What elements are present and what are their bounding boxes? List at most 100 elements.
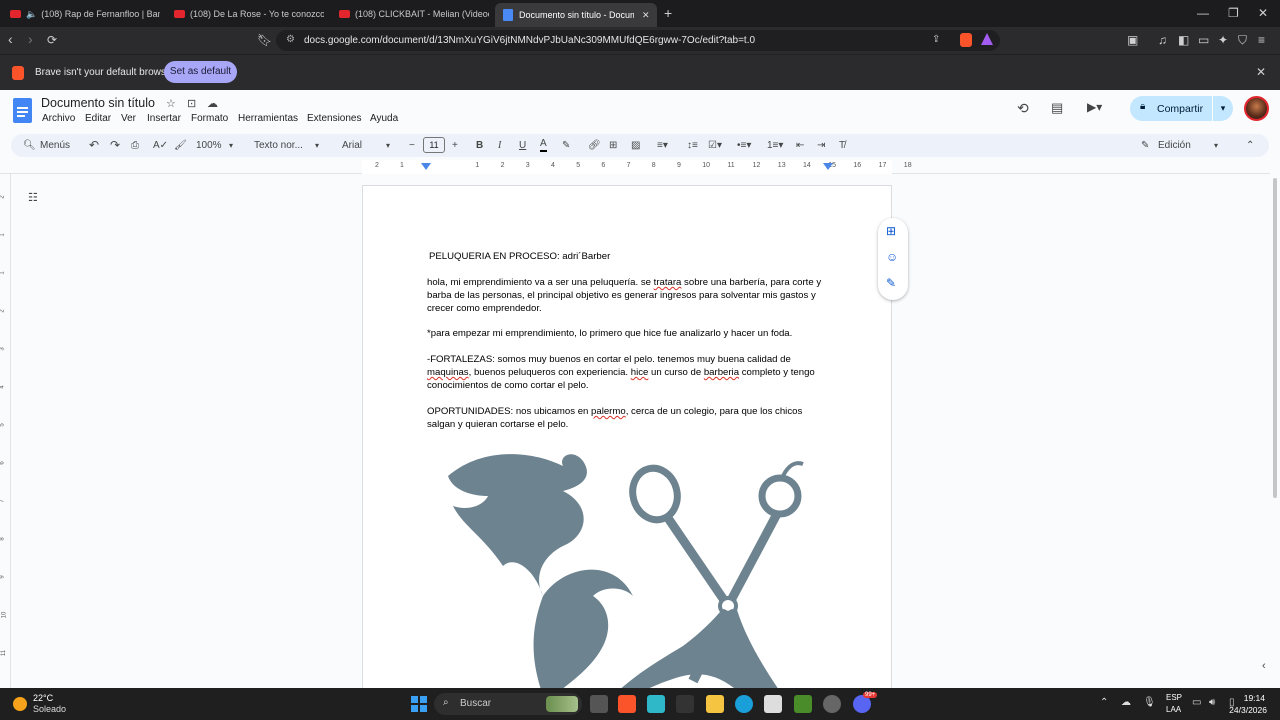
meet-icon[interactable]: ▶▾ bbox=[1087, 100, 1102, 114]
windows-start-icon[interactable] bbox=[411, 696, 427, 712]
emoji-reaction-icon[interactable]: ☺ bbox=[886, 250, 898, 264]
volume-icon[interactable]: 🔊︎ bbox=[1209, 697, 1215, 708]
insert-image-icon[interactable]: ▨ bbox=[631, 138, 640, 153]
numbered-list-icon[interactable]: 1≡▾ bbox=[767, 138, 783, 153]
highlight-icon[interactable]: ✎ bbox=[562, 138, 570, 153]
notes-icon[interactable] bbox=[647, 695, 665, 713]
decrease-font-icon[interactable]: − bbox=[409, 138, 415, 153]
clock-date[interactable]: 24/3/2026 bbox=[1222, 705, 1267, 715]
site-info-icon[interactable]: ⚙ bbox=[286, 34, 295, 45]
menu-extensiones[interactable]: Extensiones bbox=[307, 113, 361, 124]
font-select[interactable]: Arial bbox=[342, 138, 362, 153]
vertical-scrollbar[interactable] bbox=[1270, 174, 1280, 688]
avatar[interactable] bbox=[1244, 96, 1269, 121]
explore-chevron-icon[interactable]: ‹ bbox=[1262, 660, 1266, 672]
tab-rap-fernanfloo[interactable]: 🔈 (108) Rap de Fernanfloo | Bambi bbox=[10, 4, 160, 24]
increase-font-icon[interactable]: + bbox=[452, 138, 458, 153]
leo-ai-icon[interactable]: ✦ bbox=[1218, 33, 1228, 47]
menu-ayuda[interactable]: Ayuda bbox=[370, 113, 398, 124]
restore-icon[interactable]: ❐ bbox=[1228, 6, 1239, 20]
heading-line[interactable]: PELUQUERIA EN PROCESO: adri´Barber bbox=[429, 250, 829, 263]
paragraph-4[interactable]: OPORTUNIDADES: nos ubicamos en palermo, … bbox=[427, 405, 827, 431]
vpn-icon[interactable]: ⛉ bbox=[1238, 33, 1247, 47]
paragraph-2[interactable]: *para empezar mi emprendimiento, lo prim… bbox=[427, 327, 827, 340]
brave-rewards-icon[interactable] bbox=[981, 33, 993, 45]
set-default-button[interactable]: Set as default bbox=[164, 61, 237, 83]
weather-desc[interactable]: Soleado bbox=[33, 704, 66, 714]
wallet-icon[interactable]: ▭ bbox=[1198, 33, 1209, 47]
print-icon[interactable]: ⎙ bbox=[131, 138, 139, 153]
paint-format-icon[interactable]: 🖌︎ bbox=[174, 138, 187, 153]
brave-shields-icon[interactable] bbox=[960, 33, 972, 47]
weather-temp[interactable]: 22°C bbox=[33, 693, 53, 703]
forward-icon[interactable]: › bbox=[28, 32, 33, 46]
tab-de-la-rose[interactable]: (108) De La Rose - Yo te conozco :) ( bbox=[174, 4, 324, 24]
spellcheck-icon[interactable]: A✓ bbox=[153, 138, 168, 153]
menu-icon[interactable]: ≡ bbox=[1258, 33, 1265, 47]
onedrive-icon[interactable]: ☁ bbox=[1121, 697, 1131, 708]
close-infobar-icon[interactable]: ✕ bbox=[1256, 65, 1266, 79]
link-icon[interactable]: 🔗︎ bbox=[588, 138, 601, 153]
line-spacing-icon[interactable]: ↕≡ bbox=[687, 138, 698, 153]
paragraph-3[interactable]: -FORTALEZAS: somos muy buenos en cortar … bbox=[427, 353, 827, 392]
bulleted-list-icon[interactable]: •≡▾ bbox=[737, 138, 751, 153]
text-color-icon[interactable]: A bbox=[540, 138, 547, 152]
docs-logo-icon[interactable] bbox=[13, 98, 32, 123]
undo-icon[interactable]: ↶ bbox=[89, 138, 99, 153]
edge-icon[interactable] bbox=[735, 695, 753, 713]
star-icon[interactable]: ☆ bbox=[166, 97, 176, 110]
vertical-ruler[interactable]: 21123456789101112 bbox=[0, 174, 11, 694]
tray-chevron-icon[interactable]: ⌃ bbox=[1100, 697, 1108, 708]
music-icon[interactable]: ♫ bbox=[1158, 33, 1167, 47]
store-icon[interactable] bbox=[764, 695, 782, 713]
steam-icon[interactable] bbox=[823, 695, 841, 713]
left-indent-marker[interactable] bbox=[421, 163, 431, 170]
close-tab-icon[interactable]: ✕ bbox=[642, 10, 650, 21]
checklist-icon[interactable]: ☑▾ bbox=[708, 138, 722, 153]
mode-select[interactable]: Edición bbox=[1158, 138, 1191, 153]
sidebar-toggle-icon[interactable]: ◧ bbox=[1178, 33, 1189, 47]
bold-icon[interactable]: B bbox=[476, 138, 483, 153]
reload-icon[interactable]: ⟳ bbox=[47, 33, 57, 47]
menu-ver[interactable]: Ver bbox=[121, 113, 136, 124]
minecraft-icon[interactable] bbox=[794, 695, 812, 713]
close-window-icon[interactable]: ✕ bbox=[1258, 6, 1268, 20]
right-indent-marker[interactable] bbox=[823, 163, 833, 170]
style-select[interactable]: Texto nor... bbox=[254, 138, 303, 153]
menu-insertar[interactable]: Insertar bbox=[147, 113, 181, 124]
document-canvas[interactable]: ☷ PELUQUERIA EN PROCESO: adri´Barber hol… bbox=[11, 174, 1270, 688]
misspelled-word[interactable]: maquinas bbox=[427, 367, 469, 378]
scrollbar-thumb[interactable] bbox=[1273, 178, 1277, 498]
move-folder-icon[interactable]: ⊡ bbox=[187, 97, 196, 110]
misspelled-word[interactable]: tratara bbox=[654, 277, 682, 288]
suggest-edits-icon[interactable]: ✎ bbox=[886, 276, 896, 290]
underline-icon[interactable]: U bbox=[519, 138, 526, 153]
terminal-icon[interactable] bbox=[676, 695, 694, 713]
url-field[interactable]: ⚙ docs.google.com/document/d/13NmXuYGiV6… bbox=[276, 30, 1000, 51]
italic-icon[interactable]: I bbox=[498, 138, 501, 153]
horizontal-ruler[interactable]: 2 1 1 2 3 4 5 6 7 8 9 10 11 12 13 14 15 16 17 18 bbox=[0, 160, 1270, 174]
misspelled-word[interactable]: hice bbox=[631, 367, 649, 378]
minimize-icon[interactable]: — bbox=[1197, 6, 1209, 20]
search-menus-input[interactable]: Menús bbox=[40, 138, 70, 153]
tab-clickbait[interactable]: (108) CLICKBAIT - Melian (Videoclip O bbox=[339, 4, 489, 24]
document-title[interactable]: Documento sin título bbox=[41, 96, 155, 110]
share-dropdown-icon[interactable]: ▾ bbox=[1213, 96, 1233, 121]
menu-archivo[interactable]: Archivo bbox=[42, 113, 75, 124]
network-icon[interactable]: ▭ bbox=[1192, 697, 1201, 708]
zoom-select[interactable]: 100% bbox=[196, 138, 222, 153]
collapse-toolbar-icon[interactable]: ⌃ bbox=[1246, 138, 1254, 153]
share-page-icon[interactable]: ⇪ bbox=[932, 34, 940, 45]
add-comment-icon[interactable]: ⊞ bbox=[886, 224, 896, 238]
brave-taskbar-icon[interactable] bbox=[618, 695, 636, 713]
outline-icon[interactable]: ☷ bbox=[28, 191, 38, 204]
add-comment-icon[interactable]: ⊞ bbox=[609, 138, 617, 153]
bookmark-icon[interactable]: 🔖︎ bbox=[257, 33, 272, 47]
taskbar-search[interactable]: ⌕ Buscar bbox=[434, 693, 582, 715]
language-bottom[interactable]: LAA bbox=[1166, 705, 1181, 714]
comments-icon[interactable]: ▤ bbox=[1051, 100, 1063, 116]
microphone-icon[interactable]: 🎙︎ bbox=[1143, 697, 1156, 708]
misspelled-word[interactable]: barberia bbox=[704, 367, 739, 378]
clear-formatting-icon[interactable]: T̸ bbox=[839, 138, 845, 153]
increase-indent-icon[interactable]: ⇥ bbox=[817, 138, 825, 153]
